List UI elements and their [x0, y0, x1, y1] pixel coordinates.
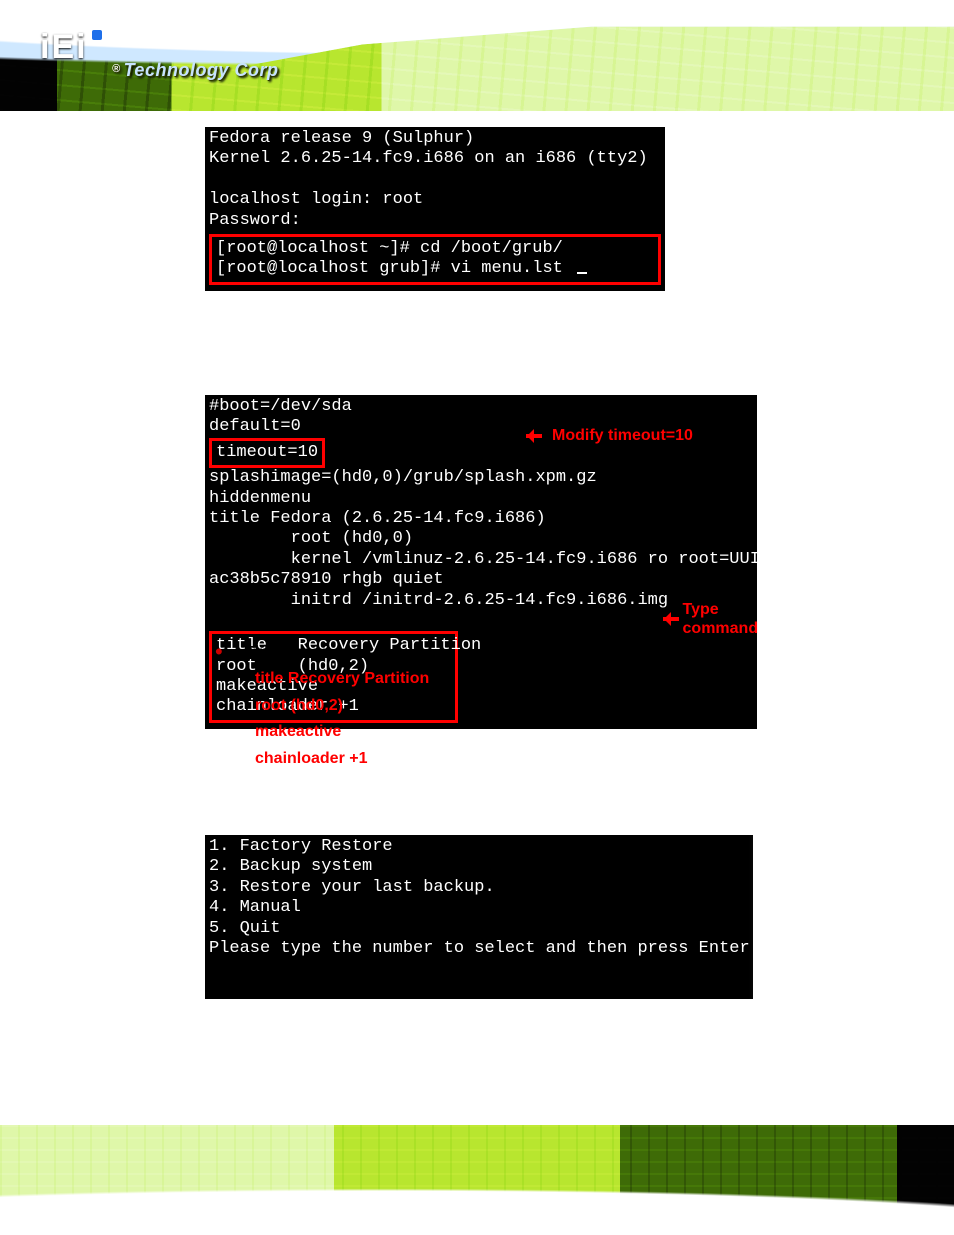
- company-logo: iEi: [40, 28, 102, 67]
- term-line: splashimage=(hd0,0)/grub/splash.xpm.gz: [209, 468, 753, 488]
- page-footer-band: [0, 1125, 954, 1235]
- term-line: 4. Manual: [209, 898, 749, 918]
- annotation-type-command: Type command: [657, 600, 765, 638]
- term-line: hiddenmenu: [209, 489, 753, 509]
- arrow-left-icon: [520, 429, 542, 443]
- arrow-left-icon: [657, 612, 673, 626]
- term-line: timeout=10: [216, 443, 318, 462]
- type-command-block: •Type command: title Recovery Partition …: [215, 640, 429, 772]
- command-line: title Recovery Partition: [255, 666, 429, 692]
- type-command-label: Type command:: [245, 644, 367, 661]
- command-line: root (hd0,2): [255, 693, 429, 719]
- term-line: 5. Quit: [209, 919, 749, 939]
- term-text: [root@localhost grub]# vi menu.lst: [216, 259, 573, 278]
- annotation-label: Modify timeout=10: [552, 426, 693, 445]
- term-line: Password:: [209, 211, 661, 231]
- command-line: makeactive: [255, 719, 429, 745]
- term-line: ac38b5c78910 rhgb quiet: [209, 570, 753, 590]
- term-line: Kernel 2.6.25-14.fc9.i686 on an i686 (tt…: [209, 149, 661, 169]
- term-line: [root@localhost ~]# cd /boot/grub/: [216, 239, 654, 259]
- annotation-modify-timeout: Modify timeout=10: [520, 426, 693, 445]
- logo-text: iEi: [40, 28, 88, 66]
- term-line: [root@localhost grub]# vi menu.lst: [216, 259, 654, 279]
- fade-right: [749, 835, 793, 999]
- term-line: Please type the number to select and the…: [209, 939, 749, 959]
- registered-mark: ®: [112, 63, 121, 75]
- logo-dot-icon: [92, 30, 102, 40]
- type-command-heading: • Type command:: [215, 640, 429, 666]
- term-line: Fedora release 9 (Sulphur): [209, 129, 661, 149]
- header-swoosh: [0, 0, 954, 111]
- terminal-recovery-menu: 1. Factory Restore 2. Backup system 3. R…: [205, 835, 753, 999]
- page: iEi ®Technology Corp Fedora release 9 (S…: [0, 0, 954, 1235]
- terminal-login: Fedora release 9 (Sulphur) Kernel 2.6.25…: [205, 127, 665, 291]
- brand-label: Technology Corp: [124, 60, 279, 80]
- term-line: 1. Factory Restore: [209, 837, 749, 857]
- term-line: 2. Backup system: [209, 857, 749, 877]
- highlight-box: [root@localhost ~]# cd /boot/grub/ [root…: [209, 234, 661, 285]
- term-line: 3. Restore your last backup.: [209, 878, 749, 898]
- command-line: chainloader +1: [255, 746, 429, 772]
- footer-swoosh: [0, 1125, 954, 1235]
- term-line: #boot=/dev/sda: [209, 397, 753, 417]
- annotation-label: Type command: [683, 600, 765, 638]
- cursor-icon: [577, 272, 587, 274]
- bullet-icon: •: [215, 639, 223, 664]
- term-line: root (hd0,0): [209, 529, 753, 549]
- term-line: title Fedora (2.6.25-14.fc9.i686): [209, 509, 753, 529]
- term-line: [209, 170, 661, 190]
- highlight-box-timeout: timeout=10: [209, 438, 325, 468]
- brand-text: ®Technology Corp: [112, 60, 278, 81]
- page-header-band: iEi ®Technology Corp: [0, 0, 954, 111]
- term-line: localhost login: root: [209, 190, 661, 210]
- term-line: kernel /vmlinuz-2.6.25-14.fc9.i686 ro ro…: [209, 550, 753, 570]
